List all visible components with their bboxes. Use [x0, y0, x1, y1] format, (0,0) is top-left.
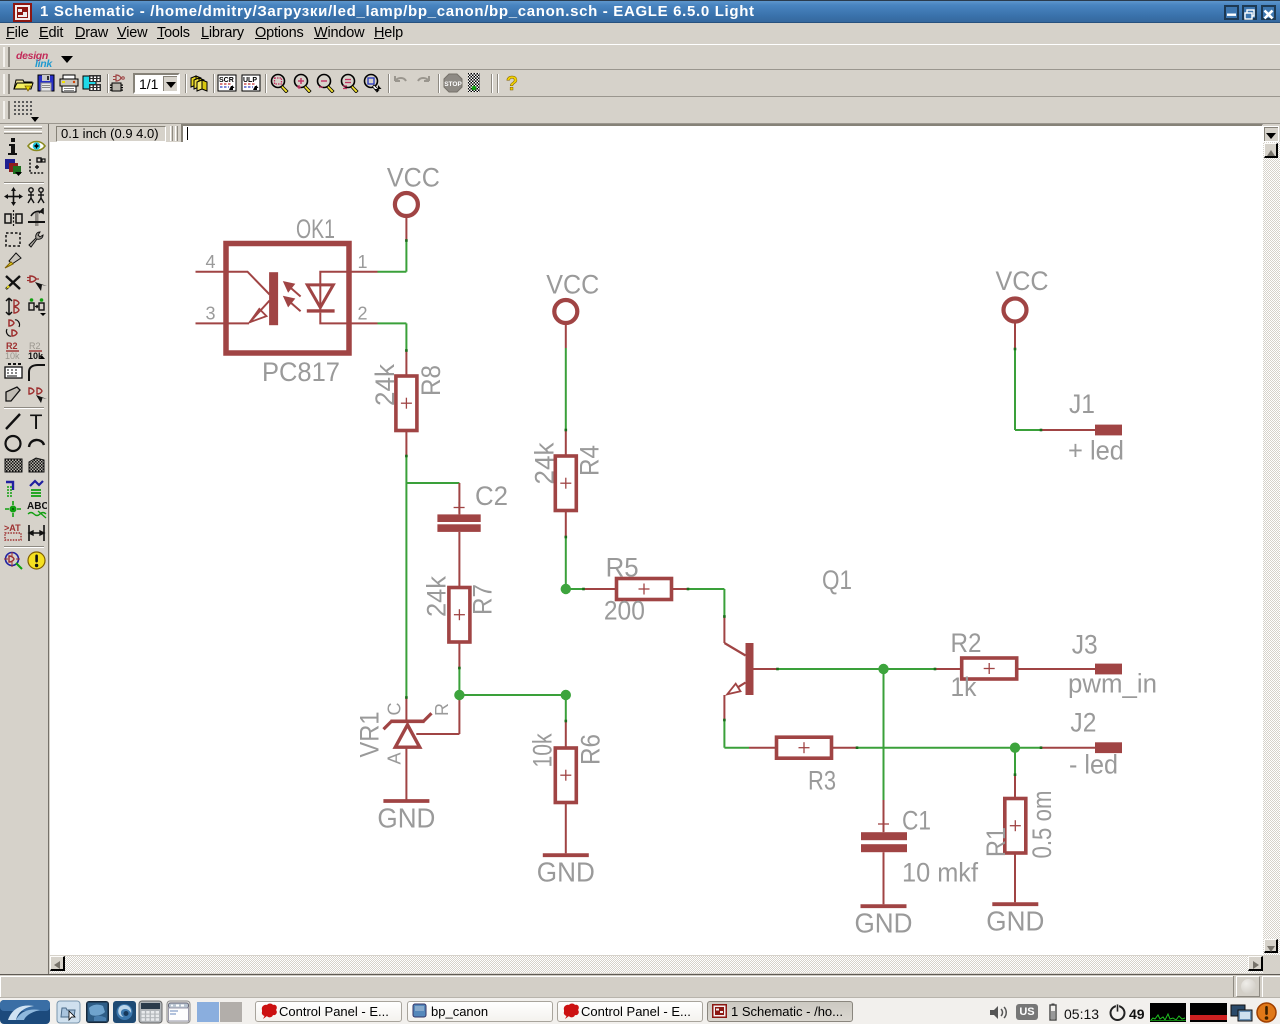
svg-text:3: 3 [206, 304, 216, 324]
svg-text:200: 200 [604, 596, 645, 626]
svg-text:R4: R4 [575, 445, 605, 476]
svg-text:OK1: OK1 [296, 214, 335, 244]
svg-text:2: 2 [358, 304, 368, 324]
svg-text:0.5 om: 0.5 om [1027, 791, 1057, 859]
svg-text:R5: R5 [606, 553, 639, 583]
svg-text:PC817: PC817 [262, 357, 340, 387]
svg-text:T: T [30, 411, 43, 432]
svg-text:SCR: SCR [219, 77, 234, 84]
svg-text:?: ? [506, 73, 518, 93]
svg-text:24k: 24k [370, 364, 400, 406]
svg-text:VCC: VCC [387, 163, 440, 193]
svg-text:10k: 10k [528, 733, 558, 767]
svg-text:VCC: VCC [546, 270, 599, 300]
svg-text:R3: R3 [808, 766, 836, 796]
svg-text:J3: J3 [1072, 630, 1098, 660]
svg-text:J1: J1 [1069, 389, 1095, 419]
svg-text:+ led: + led [1068, 436, 1124, 466]
svg-text:>AT: >AT [4, 523, 21, 533]
svg-text:ABC: ABC [27, 501, 47, 512]
svg-text:pwm_in: pwm_in [1068, 669, 1157, 699]
svg-text:10 mkf: 10 mkf [902, 858, 978, 888]
svg-text:GND: GND [986, 906, 1044, 937]
svg-text:R2: R2 [29, 341, 41, 351]
svg-text:R7: R7 [468, 584, 498, 615]
svg-text:1k: 1k [951, 672, 977, 702]
svg-text:STOP: STOP [444, 81, 462, 88]
svg-text:1: 1 [358, 252, 368, 272]
svg-text:R8: R8 [416, 365, 446, 396]
svg-text:4: 4 [206, 252, 216, 272]
svg-text:24k: 24k [530, 442, 560, 484]
svg-text:GND: GND [537, 857, 595, 888]
svg-text:VCC: VCC [996, 266, 1049, 296]
svg-text:10k: 10k [5, 351, 20, 361]
svg-text:C1: C1 [902, 806, 931, 836]
svg-text:Q1: Q1 [822, 565, 852, 595]
svg-text:R6: R6 [576, 734, 606, 765]
svg-text:A: A [385, 752, 405, 764]
svg-text:ULP: ULP [243, 77, 257, 84]
svg-text:VR1: VR1 [355, 712, 385, 758]
svg-text:J2: J2 [1070, 708, 1096, 738]
svg-text:C: C [385, 703, 405, 716]
svg-text:GND: GND [377, 803, 435, 834]
svg-text:C2: C2 [475, 481, 508, 511]
svg-text:R2: R2 [951, 628, 982, 658]
svg-text:24k: 24k [422, 576, 452, 617]
svg-text:R: R [432, 703, 452, 716]
svg-text:- led: - led [1069, 750, 1118, 780]
svg-text:R1: R1 [981, 827, 1011, 857]
svg-text:R2: R2 [6, 341, 18, 351]
svg-text:GND: GND [855, 908, 913, 939]
